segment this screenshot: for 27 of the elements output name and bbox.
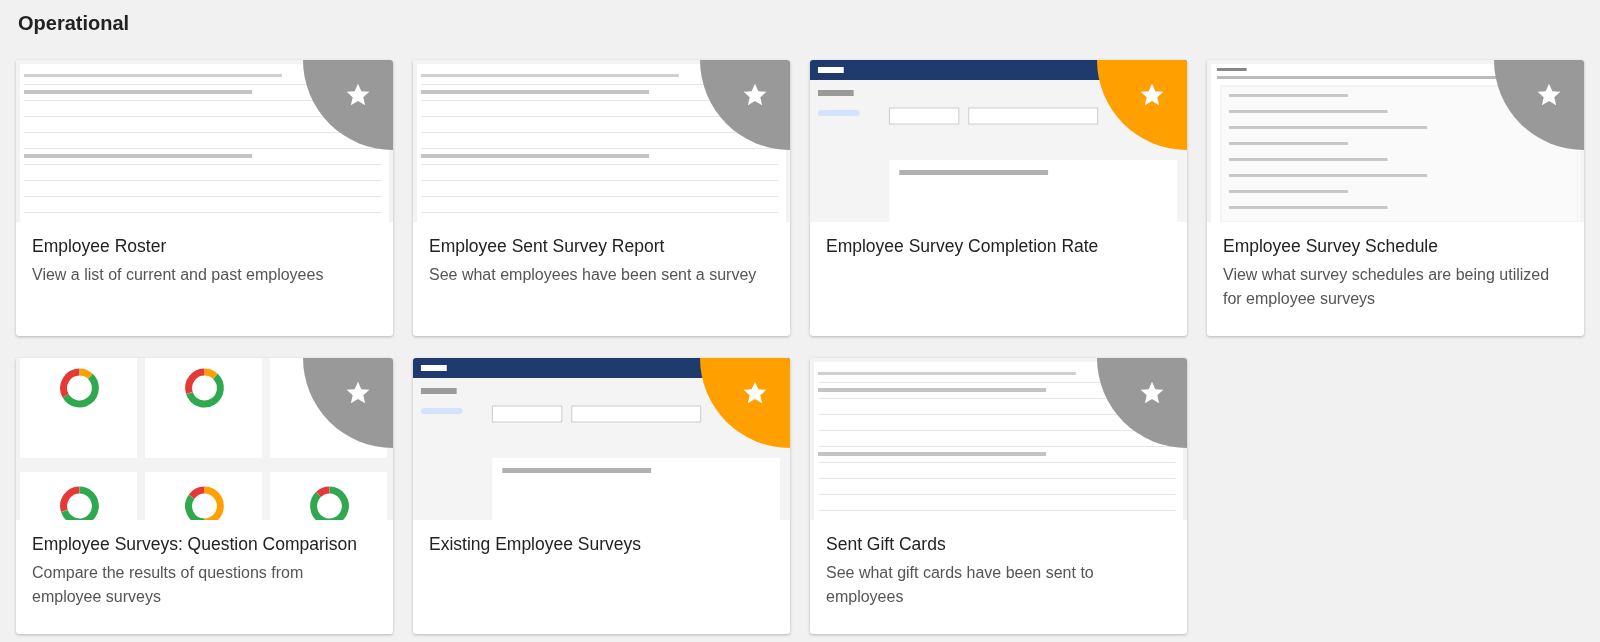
star-icon bbox=[1139, 380, 1165, 406]
report-card[interactable]: Employee Survey Completion Rate bbox=[810, 60, 1187, 336]
report-card[interactable]: Sent Gift Cards See what gift cards have been sent to employees bbox=[810, 358, 1187, 634]
card-description: See what employees have been sent a survey bbox=[429, 265, 758, 285]
card-title: Employee Surveys: Question Comparison bbox=[32, 534, 358, 555]
card-title: Employee Survey Completion Rate bbox=[826, 236, 1100, 257]
star-icon bbox=[1139, 82, 1165, 108]
star-icon bbox=[1536, 82, 1562, 108]
card-description: View what survey schedules are being utilized for employee surveys bbox=[1223, 265, 1551, 309]
star-icon bbox=[742, 82, 768, 108]
report-card[interactable]: Existing Employee Surveys bbox=[413, 358, 790, 634]
report-card[interactable]: Employee Sent Survey Report See what employees have been sent a survey bbox=[413, 60, 790, 336]
star-icon bbox=[742, 380, 768, 406]
report-card[interactable]: Employee Roster View a list of current and past employees bbox=[16, 60, 393, 336]
star-icon bbox=[345, 82, 371, 108]
report-card[interactable]: Employee Surveys: Question Comparison Compare the results of questions from employee surveys bbox=[16, 358, 393, 634]
card-title: Employee Survey Schedule bbox=[1223, 236, 1439, 257]
card-description: See what gift cards have been sent to employees bbox=[826, 563, 1095, 607]
section-title: Operational bbox=[18, 11, 131, 36]
card-title: Employee Roster bbox=[32, 236, 168, 257]
report-card[interactable]: Employee Survey Schedule View what survey schedules are being utilized for employee surveys bbox=[1207, 60, 1584, 336]
star-icon bbox=[345, 380, 371, 406]
card-title: Employee Sent Survey Report bbox=[429, 236, 666, 257]
card-title: Existing Employee Surveys bbox=[429, 534, 643, 555]
card-title: Sent Gift Cards bbox=[826, 534, 947, 555]
card-description: Compare the results of questions from employee surveys bbox=[32, 563, 305, 607]
card-description: View a list of current and past employees bbox=[32, 265, 325, 285]
